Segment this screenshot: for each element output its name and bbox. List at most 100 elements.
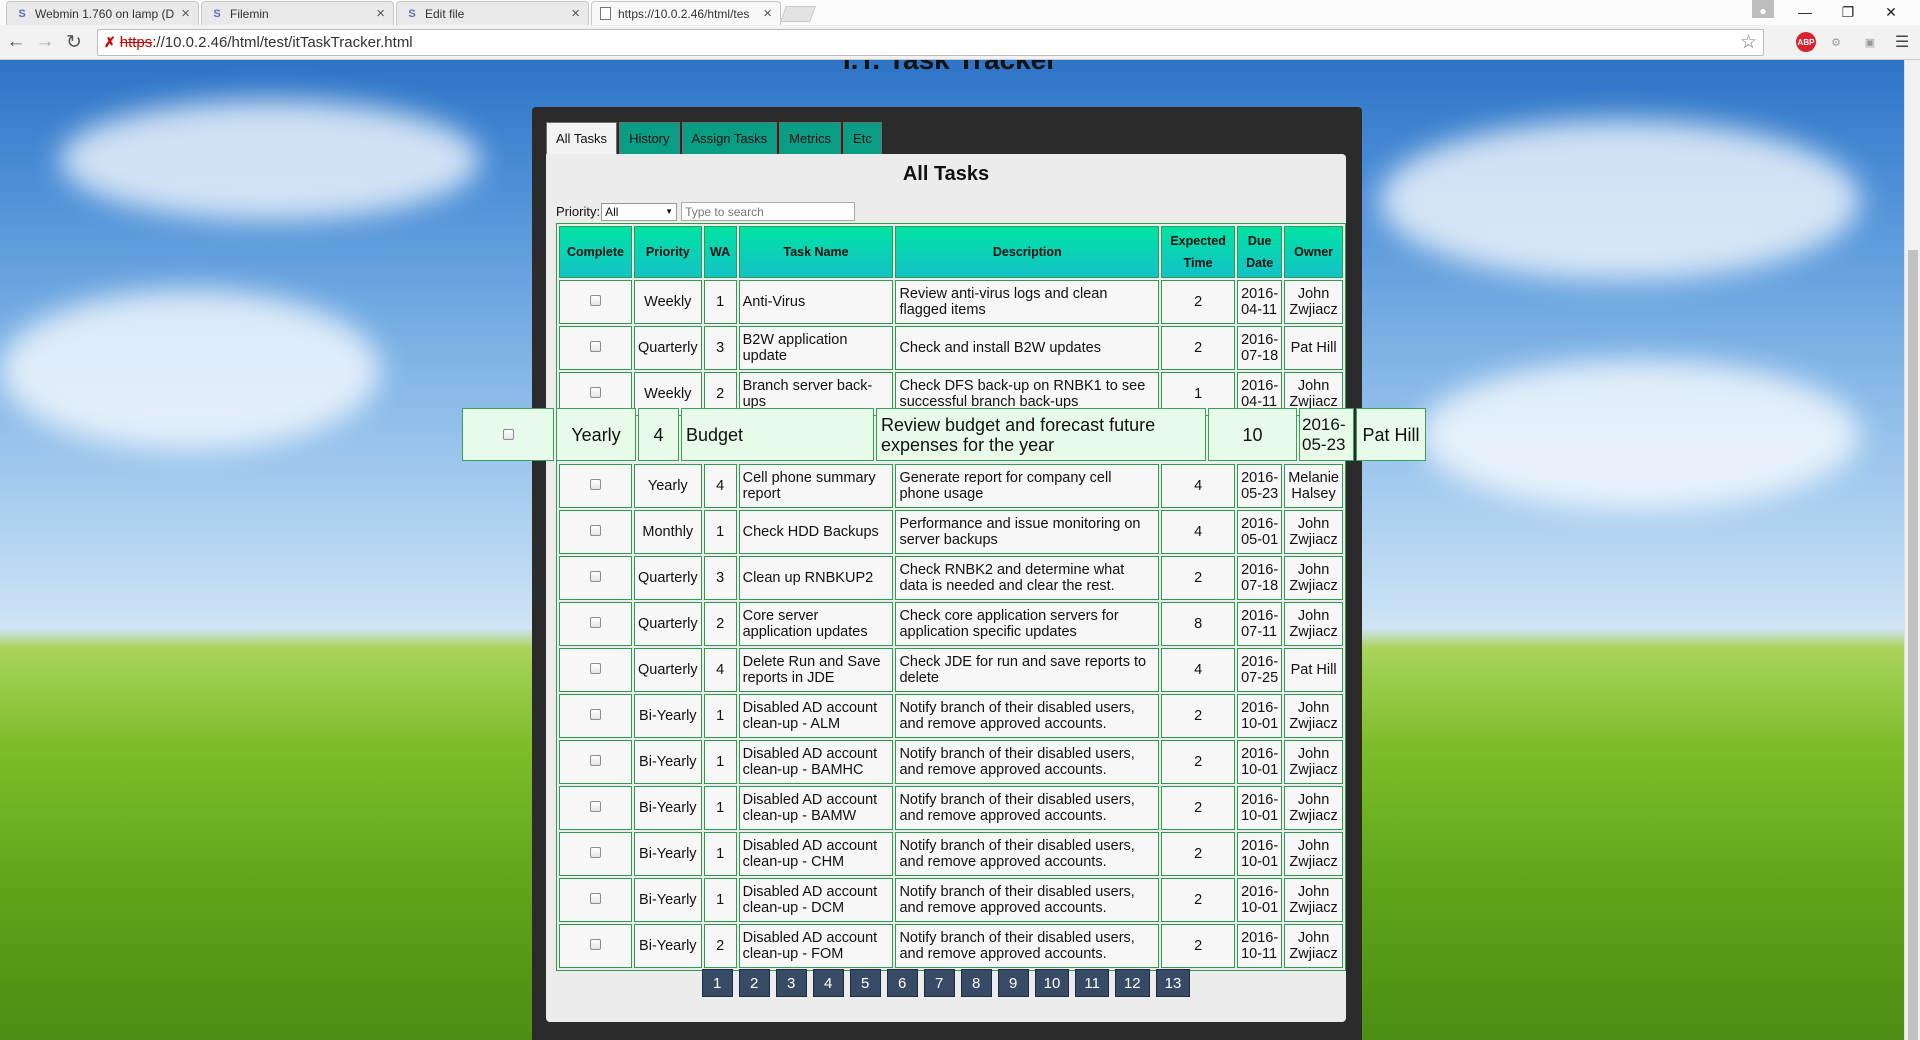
browser-tab-webmin[interactable]: S Webmin 1.760 on lamp (D × [6,1,199,25]
page-button[interactable]: 13 [1155,969,1191,997]
close-icon[interactable]: × [376,5,385,22]
table-row[interactable]: Monthly 1 Check HDD Backups Performance and… [559,510,1343,554]
close-icon[interactable]: × [181,5,190,22]
tab-assign-tasks[interactable]: Assign Tasks [681,122,778,154]
table-row[interactable]: Weekly 1 Anti-Virus Review anti-virus logs … [559,280,1343,324]
bookmark-star-icon[interactable]: ☆ [1740,31,1757,54]
column-header-priority[interactable]: Priority [633,226,702,278]
page-button[interactable]: 4 [812,969,844,997]
page-button[interactable]: 1 [701,969,733,997]
priority-cell: Yearly [633,464,702,508]
table-row[interactable]: Bi-Yearly 1 Disabled AD account clean-up -… [559,832,1343,876]
background-cloud [1380,120,1860,280]
complete-checkbox[interactable] [589,617,601,628]
tab-history[interactable]: History [619,122,680,154]
complete-checkbox[interactable] [589,663,601,674]
task-name-cell: Disabled AD account clean-up - CHM [738,832,894,876]
window-close-icon[interactable]: ✕ [1872,0,1910,24]
table-row[interactable]: Quarterly 3 Clean up RNBKUP2 Check RNBK2 an… [559,556,1343,600]
priority-cell: Bi-Yearly [633,924,702,968]
priority-select[interactable]: All ▼ [601,202,678,221]
page-button[interactable]: 3 [775,969,807,997]
browser-tab-filemin[interactable]: S Filemin × [201,1,394,25]
close-icon[interactable]: × [763,5,772,22]
complete-checkbox[interactable] [589,525,601,536]
tab-all-tasks[interactable]: All Tasks [546,122,618,154]
minimize-icon[interactable]: — [1786,0,1824,24]
complete-checkbox[interactable] [589,709,601,720]
complete-checkbox[interactable] [589,755,601,766]
adblock-plus-icon[interactable]: ABP [1796,32,1816,52]
task-name-cell: Disabled AD account clean-up - DCM [738,878,894,922]
page-button[interactable]: 9 [997,969,1029,997]
column-header-description[interactable]: Description [895,226,1160,278]
complete-checkbox-cell [559,648,632,692]
back-icon[interactable]: ← [4,30,28,54]
new-tab-button[interactable] [780,6,816,22]
insecure-lock-icon[interactable]: ✗ [104,34,116,51]
scrollbar-thumb[interactable] [1908,250,1918,1040]
column-header-wa[interactable]: WA [703,226,737,278]
filter-row: Priority: All ▼ [556,202,856,221]
table-row[interactable]: Bi-Yearly 2 Disabled AD account clean-up -… [559,924,1343,968]
address-bar[interactable]: ✗ https ://10.0.2.46/html/test/itTaskTra… [97,29,1764,56]
tab-etc[interactable]: Etc [843,122,882,154]
page-button[interactable]: 7 [923,969,955,997]
table-row[interactable]: Quarterly 3 B2W application update Check an… [559,326,1343,370]
reload-icon[interactable]: ↻ [62,30,86,54]
search-input[interactable] [681,202,856,221]
browser-tab-edit-file[interactable]: S Edit file × [396,1,589,25]
priority-cell: Bi-Yearly [633,878,702,922]
pagination: 1 2 3 4 5 6 7 8 9 10 11 12 13 [546,969,1346,997]
restore-icon[interactable]: ❐ [1829,0,1867,24]
column-header-complete[interactable]: Complete [559,226,632,278]
page-button[interactable]: 8 [960,969,992,997]
due-date-cell: 2016-10-01 [1237,786,1283,830]
table-row[interactable]: Bi-Yearly 1 Disabled AD account clean-up -… [559,694,1343,738]
table-row[interactable]: Quarterly 2 Core server application update… [559,602,1343,646]
complete-checkbox[interactable] [589,479,601,490]
forward-icon[interactable]: → [33,30,57,54]
column-header-due-date[interactable]: Due Date [1237,226,1283,278]
complete-checkbox[interactable] [589,939,601,950]
complete-checkbox[interactable] [589,801,601,812]
complete-checkbox[interactable] [589,295,601,306]
page-button[interactable]: 12 [1114,969,1150,997]
page-button[interactable]: 10 [1034,969,1070,997]
column-header-expected-time[interactable]: Expected Time [1161,226,1236,278]
tab-metrics[interactable]: Metrics [779,122,842,154]
table-row[interactable]: Bi-Yearly 1 Disabled AD account clean-up -… [559,786,1343,830]
table-row[interactable]: Bi-Yearly 1 Disabled AD account clean-up -… [559,740,1343,784]
complete-checkbox[interactable] [589,571,601,582]
priority-cell: Yearly [556,408,636,461]
task-name-cell: Anti-Virus [738,280,894,324]
table-row[interactable]: Bi-Yearly 1 Disabled AD account clean-up -… [559,878,1343,922]
page-button[interactable]: 5 [849,969,881,997]
cast-icon[interactable]: ▣ [1860,32,1880,52]
complete-checkbox[interactable] [502,429,514,440]
page-button[interactable]: 11 [1075,969,1109,997]
complete-checkbox-cell [559,510,632,554]
page-button[interactable]: 6 [886,969,918,997]
column-header-task-name[interactable]: Task Name [738,226,894,278]
table-row[interactable]: Quarterly 4 Delete Run and Save reports in… [559,648,1343,692]
column-header-owner[interactable]: Owner [1284,226,1343,278]
complete-checkbox[interactable] [589,847,601,858]
extension-icon[interactable]: ⚙ [1826,32,1846,52]
task-table: Complete Priority WA Task Name Descripti… [556,223,1346,971]
menu-icon[interactable]: ☰ [1892,32,1912,52]
browser-tab-task-tracker[interactable]: https://10.0.2.46/html/tes × [591,1,781,25]
complete-checkbox[interactable] [589,341,601,352]
table-row[interactable]: Yearly 4 Cell phone summary report Generate… [559,464,1343,508]
webmin-icon: S [213,7,221,20]
dragged-task-row[interactable]: Yearly 4 Budget Review budget and foreca… [462,408,1426,461]
owner-cell: Pat Hill [1284,648,1343,692]
close-icon[interactable]: × [571,5,580,22]
profile-icon[interactable]: ● [1752,0,1774,18]
complete-checkbox[interactable] [589,893,601,904]
page-button[interactable]: 2 [738,969,770,997]
expected-time-cell: 4 [1161,510,1236,554]
page-scrollbar[interactable] [1904,60,1920,1040]
complete-checkbox[interactable] [589,387,601,398]
webmin-icon: S [408,7,416,20]
